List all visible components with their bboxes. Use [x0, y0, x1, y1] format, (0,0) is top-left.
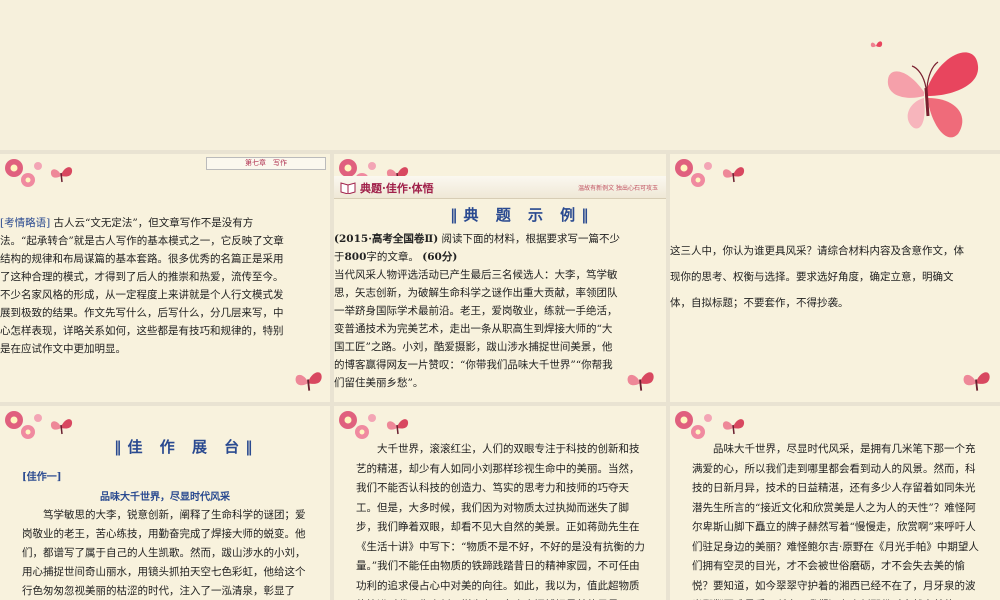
section-header-bar: 典题·佳作·体悟 温故有新例文 独出心石可攻玉: [334, 176, 666, 199]
question-material: 当代风采人物评选活动已产生最后三名候选人：大李，笃学敏思，矢志创新，为破解生命科…: [334, 269, 618, 389]
butterfly-icon: [963, 372, 990, 391]
notes-body: 古人云“文无定法”，但文章写作不是没有方法。“起承转合”就是古人写作的基本模式之…: [0, 217, 284, 355]
exam-notes-text: [考情略语] 古人云“文无定法”，但文章写作不是没有方法。“起承转合”就是古人写…: [0, 214, 290, 358]
butterfly-icon: [50, 167, 73, 183]
question-text: (2015·高考全国卷Ⅱ) 阅读下面的材料，根据要求写一篇不少于800字的文章。…: [334, 230, 622, 392]
small-butterfly-icon: [870, 41, 883, 48]
butterfly-icon: [295, 372, 322, 391]
notes-tag: [考情略语]: [0, 217, 51, 229]
question-word-count: 800: [344, 251, 367, 263]
question-source: (2015·高考全国卷Ⅱ): [334, 233, 439, 245]
requirements-text: 这三人中，你认为谁更具风采？请综合材料内容及含意作文，体现你的思考、权衡与选择。…: [670, 245, 964, 309]
essay-title: 品味大千世界，尽显时代风采: [100, 492, 230, 503]
panel-exam-notes: 第七章 写作 [考情略语] 古人云“文无定法”，但文章写作不是没有方法。“起承转…: [0, 154, 330, 402]
panel-essay-continued-2: 品味大千世界，尽显时代风采，是拥有几米笔下那一个充满爱的心，所以我们走到哪里都会…: [670, 406, 1000, 600]
section-title: ‖典 题 示 例‖: [450, 206, 595, 224]
butterfly-icon: [386, 419, 409, 435]
butterfly-icon: [627, 372, 654, 391]
book-icon: [340, 182, 356, 194]
flower-decoration-icon: [5, 411, 42, 439]
flower-decoration-icon: [339, 411, 376, 439]
butterfly-icon: [887, 52, 979, 138]
panel-showcase-essay: ‖佳 作 展 台‖ [佳作一] 品味大千世界，尽显时代风采 笃学敏思的大李，锐意…: [0, 406, 330, 600]
essay-body-continued: 大千世界，滚滚红尘，人们的双眼专注于科技的创新和技艺的精湛，却少有人如同小刘那样…: [356, 443, 645, 600]
flower-decoration-icon: [675, 411, 712, 439]
butterfly-icon: [722, 167, 745, 183]
essay-body: 笃学敏思的大李，锐意创新，阐释了生命科学的谜团；爱岗敬业的老王，苦心练技，用勤奋…: [22, 509, 306, 597]
essay-tag: [佳作一]: [22, 472, 62, 483]
question-score: (60分): [422, 251, 458, 263]
section-title-text: 典 题 示 例: [463, 206, 582, 224]
flower-decoration-icon: [5, 159, 42, 187]
essay-body-continued-2: 品味大千世界，尽显时代风采，是拥有几米笔下那一个充满爱的心，所以我们走到哪里都会…: [692, 443, 979, 600]
butterfly-icon: [722, 419, 745, 435]
question-prompt-b: 字的文章。: [366, 251, 419, 263]
panel-essay-continued: 大千世界，滚滚红尘，人们的双眼专注于科技的创新和技艺的精湛，却少有人如同小刘那样…: [334, 406, 666, 600]
panel-question-requirements: 这三人中，你认为谁更具风采？请综合材料内容及含意作文，体现你的思考、权衡与选择。…: [670, 154, 1000, 402]
top-banner: [0, 0, 1000, 150]
header-title: 典题·佳作·体悟: [360, 182, 434, 195]
panel-sample-question: 典题·佳作·体悟 温故有新例文 独出心石可攻玉 ‖典 题 示 例‖ (2015·…: [334, 154, 666, 402]
section-title: ‖佳 作 展 台‖: [114, 438, 259, 456]
header-motto: 温故有新例文 独出心石可攻玉: [578, 185, 658, 192]
flower-decoration-icon: [675, 159, 712, 187]
butterfly-icon: [50, 419, 73, 435]
chapter-label: 第七章 写作: [206, 157, 326, 170]
section-title-text: 佳 作 展 台: [127, 438, 246, 456]
